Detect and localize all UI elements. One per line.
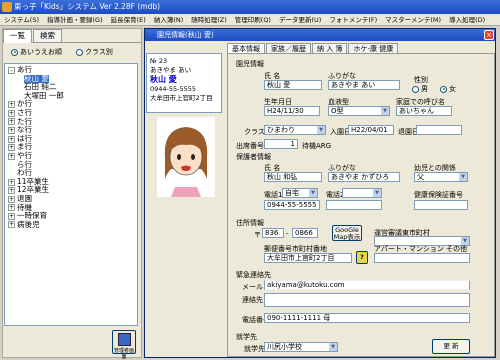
menu-setup[interactable]: 導入処理(D) <box>445 14 489 25</box>
section-emergency: 緊急連絡先 <box>236 271 271 279</box>
mail-label: メール <box>242 283 263 291</box>
phone-field[interactable]: 090-1111-1111 母 <box>264 313 470 323</box>
tree-item-label: 病後児 <box>17 219 40 229</box>
apartment-field[interactable] <box>374 253 470 263</box>
sort-radio-group: あいうえお順 クラス別 <box>3 43 141 61</box>
expand-icon[interactable]: + <box>8 178 15 186</box>
radio-class-order[interactable]: クラス別 <box>76 47 113 57</box>
section-address: 住所情報 <box>236 219 264 227</box>
tel1-type-select[interactable]: 自宅 <box>282 188 318 198</box>
tab-list[interactable]: 一覧 <box>3 29 32 43</box>
child-window-title: 園児情報(秋山 愛) <box>145 29 495 41</box>
expand-icon[interactable]: + <box>8 144 15 152</box>
expand-icon[interactable]: + <box>8 126 15 134</box>
section-guardian: 保護者情報 <box>236 153 271 161</box>
radio-kana-icon <box>11 48 18 56</box>
expand-icon[interactable]: + <box>8 135 15 143</box>
order-field[interactable]: 1 <box>264 139 298 149</box>
card-kana: あきやま あい <box>150 66 192 74</box>
tab-search[interactable]: 検索 <box>33 29 62 42</box>
zip-field-2[interactable]: 0866 <box>292 228 318 238</box>
expand-icon[interactable]: + <box>8 195 15 203</box>
radio-male-icon <box>412 85 419 93</box>
school-label: 就学先 <box>244 345 265 353</box>
relation-select[interactable]: 父 <box>414 172 468 182</box>
zip-dash: - <box>286 230 289 238</box>
expand-icon[interactable]: + <box>8 187 15 195</box>
admin-icon <box>118 333 131 346</box>
class-label: クラス <box>244 128 265 136</box>
sex-male[interactable]: 男 <box>412 84 428 94</box>
card-address: 大牟田市上官町2丁目 <box>150 94 213 102</box>
contact-field[interactable] <box>264 293 470 307</box>
expand-icon[interactable]: + <box>8 109 15 117</box>
order-label: 出席番号 <box>236 142 264 150</box>
menu-print[interactable]: 管理印刷(Q) <box>231 14 275 25</box>
window-title: 東っ子「Kids」システム Ver 2.28F (mdb) <box>14 2 161 11</box>
menu-data-update[interactable]: データ更新(U) <box>275 14 325 25</box>
guardian-kana-field[interactable]: あきやま かずひろ <box>328 172 400 182</box>
leave-field[interactable] <box>416 125 462 135</box>
sex-female[interactable]: 女 <box>440 84 456 94</box>
section-child-info: 園児情報 <box>236 60 264 68</box>
child-summary-card: № 23 あきやま あい 秋山 愛 0944-55-5555 大牟田市上官町2丁… <box>146 53 222 113</box>
menu-bar: システム(S) 指導計画・要録(G) 延長保育(E) 納入簿(N) 随時処理(Z… <box>0 14 500 26</box>
basic-info-pane: 園児情報 氏 名 ふりがな 性別 秋山 愛 あきやま あい 男 女 生年月日 血… <box>227 53 495 357</box>
zip-mark: 〒 <box>254 231 261 239</box>
card-tel: 0944-55-5555 <box>150 85 197 93</box>
insurance-label: 健康保険証番号 <box>414 191 463 199</box>
radio-kana-order[interactable]: あいうえお順 <box>11 47 62 57</box>
zip-field-1[interactable]: 836 <box>262 228 284 238</box>
expand-icon[interactable]: + <box>8 204 15 212</box>
expand-icon[interactable]: + <box>8 212 15 220</box>
kana-field[interactable]: あきやま あい <box>328 80 400 90</box>
child-info-window: 園児情報(秋山 愛) × 基本情報 家族／履歴 納 入 簿 ホケ-康 健康 № … <box>144 28 496 358</box>
tree-group-item[interactable]: + 病後児 <box>8 219 134 230</box>
blood-select[interactable]: O型 <box>328 106 390 116</box>
google-map-button[interactable]: GooGle Map表示 <box>332 225 362 241</box>
window-titlebar: 東っ子「Kids」システム Ver 2.28F (mdb) <box>0 0 500 14</box>
expand-icon[interactable]: + <box>8 221 15 229</box>
name-field[interactable]: 秋山 愛 <box>264 80 322 90</box>
card-number: № 23 <box>150 57 168 65</box>
school-select[interactable]: 川尻小学校 <box>264 342 338 352</box>
left-tabs: 一覧 検索 <box>3 29 141 43</box>
radio-female-icon <box>440 85 447 93</box>
tel1-label: 電話1 <box>264 191 283 199</box>
address-lookup-icon[interactable]: ? <box>356 251 368 264</box>
menu-payment[interactable]: 納入簿(N) <box>150 14 187 25</box>
tel1-field[interactable]: 0944-55-5555 <box>264 200 320 210</box>
mail-field[interactable]: akiyama@kutoku.com <box>264 280 470 290</box>
app-icon <box>2 2 12 12</box>
insurance-field[interactable] <box>414 200 468 210</box>
section-school: 就学先 <box>236 333 257 341</box>
menu-master[interactable]: マスターメンテ(M) <box>381 14 445 25</box>
tel2-type-select[interactable] <box>342 188 382 198</box>
tel2-field[interactable] <box>326 200 382 210</box>
expand-icon[interactable]: + <box>8 118 15 126</box>
close-icon[interactable]: × <box>484 30 494 40</box>
address-field[interactable]: 大牟田市上官町2丁目 <box>264 253 352 263</box>
menu-extended-care[interactable]: 延長保育(E) <box>107 14 150 25</box>
student-tree[interactable]: - あ行 秋山 愛石田 純二 大塚田 一郎 + か行 + さ行 + た行 + な行 + は行 + ま行 + や行ら… <box>4 63 138 326</box>
class-select[interactable]: ひまわり <box>264 125 326 135</box>
menu-guidance[interactable]: 指導計画・要録(G) <box>43 14 107 25</box>
contact-label: 連絡先 <box>242 296 263 304</box>
update-button[interactable]: 更 新 <box>432 339 470 354</box>
nickname-field[interactable]: あいちゃん <box>396 106 452 116</box>
admin-screen-button[interactable]: 管理者画面 <box>112 330 136 360</box>
child-photo <box>157 117 215 197</box>
menu-adhoc[interactable]: 随時処理(Z) <box>187 14 231 25</box>
expand-icon[interactable]: + <box>8 101 15 109</box>
menu-system[interactable]: システム(S) <box>0 14 43 25</box>
birth-field[interactable]: H24/11/30 <box>264 106 320 116</box>
guardian-name-field[interactable]: 秋山 和弘 <box>264 172 322 182</box>
enter-field[interactable]: H22/04/01 <box>348 125 394 135</box>
card-name: 秋山 愛 <box>150 75 177 84</box>
radio-class-icon <box>76 48 83 56</box>
expand-icon[interactable]: + <box>8 152 15 160</box>
collapse-icon[interactable]: - <box>8 66 15 74</box>
wait-label: 待機ARG <box>302 142 332 150</box>
menu-photo[interactable]: フォトメンテ(F) <box>325 14 381 25</box>
